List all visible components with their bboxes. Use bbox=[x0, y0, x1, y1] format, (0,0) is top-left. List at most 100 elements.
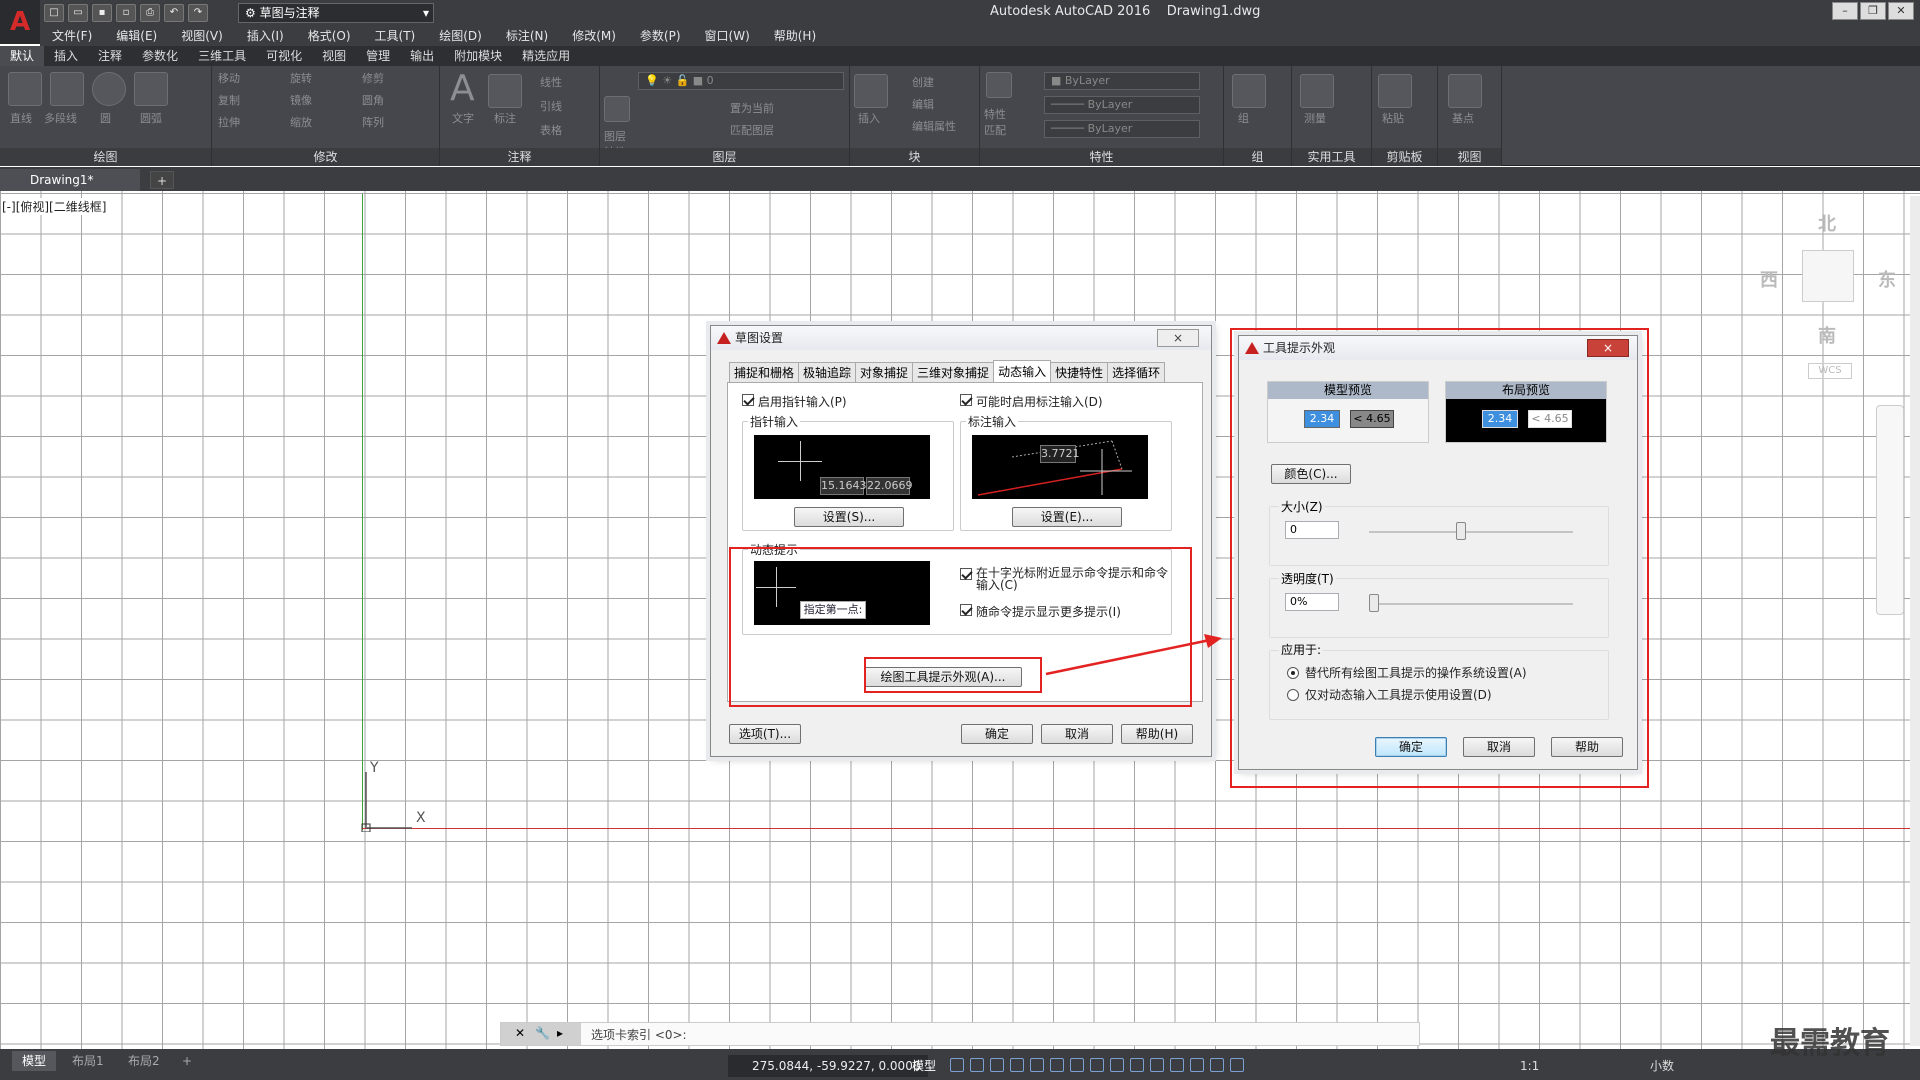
new-icon[interactable]: □ bbox=[44, 4, 64, 22]
command-line[interactable]: ✕ 🔧 ▸ 选项卡索引 <0>: bbox=[500, 1022, 1420, 1046]
gizmo-icon[interactable] bbox=[1190, 1058, 1204, 1072]
ortho-icon[interactable] bbox=[990, 1058, 1004, 1072]
ok-button[interactable]: 确定 bbox=[961, 724, 1033, 744]
menu-item[interactable]: 插入(I) bbox=[235, 26, 296, 46]
lineweight-combo[interactable]: ───── ByLayer bbox=[1044, 120, 1200, 138]
object-snap-icon[interactable] bbox=[1050, 1058, 1064, 1072]
ribbon-tab[interactable]: 视图 bbox=[312, 46, 356, 66]
enable-dim-input-checkbox[interactable]: 可能时启用标注输入(D) bbox=[960, 393, 1103, 410]
modify-tool[interactable]: 阵列 bbox=[362, 114, 434, 130]
transparency-icon[interactable] bbox=[1090, 1058, 1104, 1072]
menu-item[interactable]: 文件(F) bbox=[40, 26, 104, 46]
vertical-scrollbar[interactable] bbox=[1910, 196, 1920, 1046]
polyline-icon[interactable] bbox=[50, 72, 84, 106]
menu-item[interactable]: 编辑(E) bbox=[104, 26, 169, 46]
redo-icon[interactable]: ↷ bbox=[188, 4, 208, 22]
circle-icon[interactable] bbox=[92, 72, 126, 106]
prompt-icon[interactable]: ▸ bbox=[557, 1026, 563, 1040]
create-label[interactable]: 创建 bbox=[912, 74, 934, 90]
panel-title[interactable]: 修改 bbox=[212, 148, 439, 166]
minimize-button[interactable]: – bbox=[1832, 2, 1858, 20]
panel-title[interactable]: 剪贴板 bbox=[1372, 148, 1437, 166]
settings-tab[interactable]: 选择循环 bbox=[1107, 362, 1166, 382]
viewcube-south[interactable]: 南 bbox=[1818, 322, 1836, 348]
ribbon-tab[interactable]: 附加模块 bbox=[444, 46, 512, 66]
close-button[interactable]: ✕ bbox=[1888, 2, 1914, 20]
auto-scale-icon[interactable] bbox=[1230, 1058, 1244, 1072]
layer-combo[interactable]: 💡 ☀ 🔓 ■ 0 bbox=[638, 72, 844, 90]
ribbon-tab[interactable]: 输出 bbox=[400, 46, 444, 66]
app-logo[interactable]: A bbox=[0, 0, 40, 44]
match-properties-icon[interactable] bbox=[986, 72, 1012, 98]
line-icon[interactable] bbox=[8, 72, 42, 106]
dim-settings-button[interactable]: 设置(E)... bbox=[1012, 507, 1122, 527]
tab-layout1[interactable]: 布局1 bbox=[62, 1051, 114, 1071]
grid-icon[interactable] bbox=[950, 1058, 964, 1072]
selection-cycling-icon[interactable] bbox=[1110, 1058, 1124, 1072]
lineweight-icon[interactable] bbox=[1070, 1058, 1084, 1072]
viewcube-east[interactable]: 东 bbox=[1878, 266, 1896, 292]
settings-tab[interactable]: 捕捉和栅格 bbox=[729, 362, 800, 382]
modify-tool[interactable]: 圆角 bbox=[362, 92, 434, 108]
ribbon-tab[interactable]: 默认 bbox=[0, 46, 45, 66]
polar-icon[interactable] bbox=[1010, 1058, 1024, 1072]
add-layout-button[interactable]: + bbox=[172, 1051, 202, 1071]
panel-title[interactable]: 实用工具 bbox=[1292, 148, 1371, 166]
modify-tool[interactable]: 复制 bbox=[218, 92, 290, 108]
snap-icon[interactable] bbox=[970, 1058, 984, 1072]
print-icon[interactable]: ⎙ bbox=[140, 4, 160, 22]
dimension-icon[interactable] bbox=[488, 74, 522, 108]
match-layer-label[interactable]: 匹配图层 bbox=[730, 122, 774, 138]
annotation-visibility-icon[interactable] bbox=[1210, 1058, 1224, 1072]
menu-item[interactable]: 工具(T) bbox=[363, 26, 428, 46]
viewcube-top-face[interactable] bbox=[1802, 250, 1854, 302]
modify-tool[interactable]: 旋转 bbox=[290, 70, 362, 86]
dynamic-ucs-icon[interactable] bbox=[1150, 1058, 1164, 1072]
settings-tab[interactable]: 动态输入 bbox=[993, 360, 1052, 382]
panel-title[interactable]: 图层 bbox=[600, 148, 849, 166]
base-view-icon[interactable] bbox=[1448, 74, 1482, 108]
pointer-settings-button[interactable]: 设置(S)... bbox=[794, 507, 904, 527]
panel-title[interactable]: 特性 bbox=[980, 148, 1223, 166]
layer-properties-icon[interactable] bbox=[604, 96, 630, 122]
menu-item[interactable]: 参数(P) bbox=[628, 26, 693, 46]
saveas-icon[interactable]: ▫ bbox=[116, 4, 136, 22]
modify-tool[interactable]: 镜像 bbox=[290, 92, 362, 108]
cancel-button[interactable]: 取消 bbox=[1041, 724, 1113, 744]
panel-title[interactable]: 视图 bbox=[1438, 148, 1501, 166]
help-button[interactable]: 帮助(H) bbox=[1121, 724, 1193, 744]
ribbon-tab[interactable]: 管理 bbox=[356, 46, 400, 66]
navigation-bar[interactable] bbox=[1876, 405, 1904, 615]
menu-item[interactable]: 标注(N) bbox=[494, 26, 560, 46]
menu-item[interactable]: 视图(V) bbox=[169, 26, 235, 46]
paste-icon[interactable] bbox=[1378, 74, 1412, 108]
viewcube-west[interactable]: 西 bbox=[1760, 266, 1778, 292]
panel-title[interactable]: 绘图 bbox=[0, 148, 211, 166]
settings-tab[interactable]: 对象捕捉 bbox=[855, 362, 914, 382]
menu-item[interactable]: 帮助(H) bbox=[762, 26, 828, 46]
model-space-button[interactable]: 模型 bbox=[912, 1055, 936, 1077]
table-label[interactable]: 表格 bbox=[540, 122, 562, 138]
undo-icon[interactable]: ↶ bbox=[164, 4, 184, 22]
tab-model[interactable]: 模型 bbox=[12, 1051, 57, 1071]
options-button[interactable]: 选项(T)... bbox=[729, 724, 801, 744]
new-tab-button[interactable]: + bbox=[150, 171, 174, 189]
settings-tab[interactable]: 极轴追踪 bbox=[798, 362, 857, 382]
menu-item[interactable]: 格式(O) bbox=[296, 26, 363, 46]
modify-tool[interactable]: 拉伸 bbox=[218, 114, 290, 130]
leader-label[interactable]: 引线 bbox=[540, 98, 562, 114]
open-icon[interactable]: ▭ bbox=[68, 4, 88, 22]
tab-layout2[interactable]: 布局2 bbox=[118, 1051, 170, 1071]
measure-icon[interactable] bbox=[1300, 74, 1334, 108]
group-icon[interactable] bbox=[1232, 74, 1266, 108]
annotation-scale[interactable]: 1:1 bbox=[1520, 1055, 1539, 1077]
viewcube[interactable]: 北 西 东 南 bbox=[1760, 210, 1900, 380]
settings-tab[interactable]: 三维对象捕捉 bbox=[912, 362, 995, 382]
units-select[interactable]: 小数 bbox=[1650, 1055, 1674, 1077]
selection-filter-icon[interactable] bbox=[1170, 1058, 1184, 1072]
viewcube-north[interactable]: 北 bbox=[1818, 210, 1836, 236]
ribbon-tab[interactable]: 三维工具 bbox=[188, 46, 256, 66]
panel-title[interactable]: 组 bbox=[1224, 148, 1291, 166]
tab-drawing1[interactable]: Drawing1* bbox=[0, 169, 140, 191]
close-button[interactable]: × bbox=[1157, 329, 1199, 347]
